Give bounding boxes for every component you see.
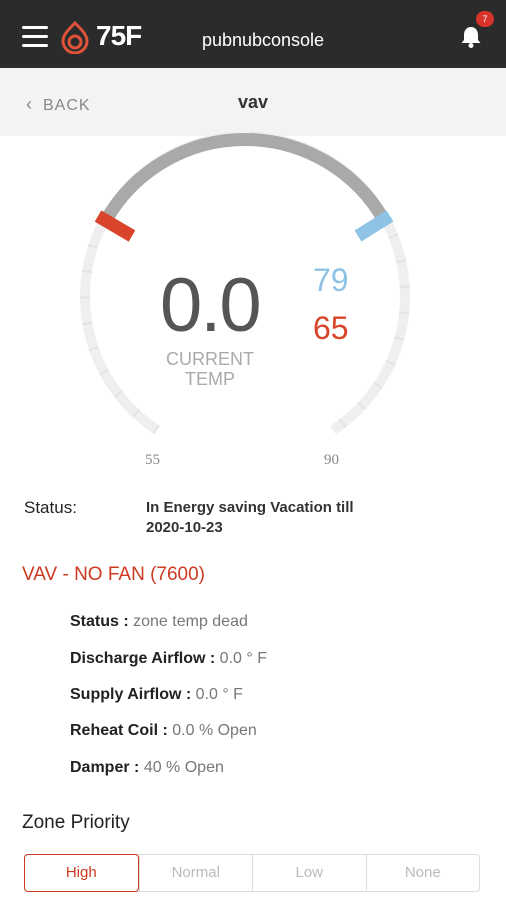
detail-row-damper: Damper : 40 % Open [70,759,224,777]
detail-row-status: Status : zone temp dead [70,613,248,631]
status-value: In Energy saving Vacation till 2020-10-2… [146,498,446,538]
priority-option-high[interactable]: High [24,854,139,892]
detail-label: Damper : [70,759,140,776]
cooling-setpoint-handle[interactable] [354,210,394,242]
detail-row-supply-airflow: Supply Airflow : 0.0 ° F [70,686,243,704]
app-bar: 75F pubnubconsole 7 [0,0,506,68]
detail-value: 0.0 ° F [219,650,267,667]
zone-priority-label: Zone Priority [22,812,130,833]
page-title: vav [237,92,269,112]
cooling-setpoint-value: 79 [313,262,349,298]
status-value-line2: 2020-10-23 [146,519,223,536]
gauge-max-label: 90 [324,452,339,468]
app-title: pubnubconsole [201,30,325,50]
detail-value: 40 % Open [143,759,224,776]
zone-priority-selector: High Normal Low None [24,854,480,892]
status-value-line1: In Energy saving Vacation till [146,499,354,516]
detail-row-reheat-coil: Reheat Coil : 0.0 % Open [70,722,257,740]
priority-option-normal[interactable]: Normal [138,855,253,891]
detail-value: 0.0 % Open [172,722,257,739]
detail-row-discharge-airflow: Discharge Airflow : 0.0 ° F [70,650,267,668]
detail-value: zone temp dead [133,613,248,630]
current-temperature: 0.0 [160,263,262,348]
priority-option-low[interactable]: Low [252,855,366,891]
notification-bell-icon[interactable] [458,24,484,50]
priority-option-none[interactable]: None [365,855,480,891]
notification-badge: 7 [476,11,494,27]
status-label: Status: [24,498,77,517]
detail-label: Supply Airflow : [70,686,192,703]
detail-label: Status : [70,613,129,630]
gauge-min-label: 55 [145,452,160,468]
current-temp-label-line2: TEMP [184,369,235,389]
detail-label: Reheat Coil : [70,722,168,739]
equipment-heading: VAV - NO FAN (7600) [22,564,206,585]
heating-setpoint-value: 65 [313,310,349,346]
setpoint-range-arc [99,133,391,226]
detail-value: 0.0 ° F [195,686,243,703]
current-temp-label-line1: CURRENT [166,349,254,369]
current-temp-label: CURRENT TEMP [150,349,270,389]
detail-label: Discharge Airflow : [70,650,216,667]
